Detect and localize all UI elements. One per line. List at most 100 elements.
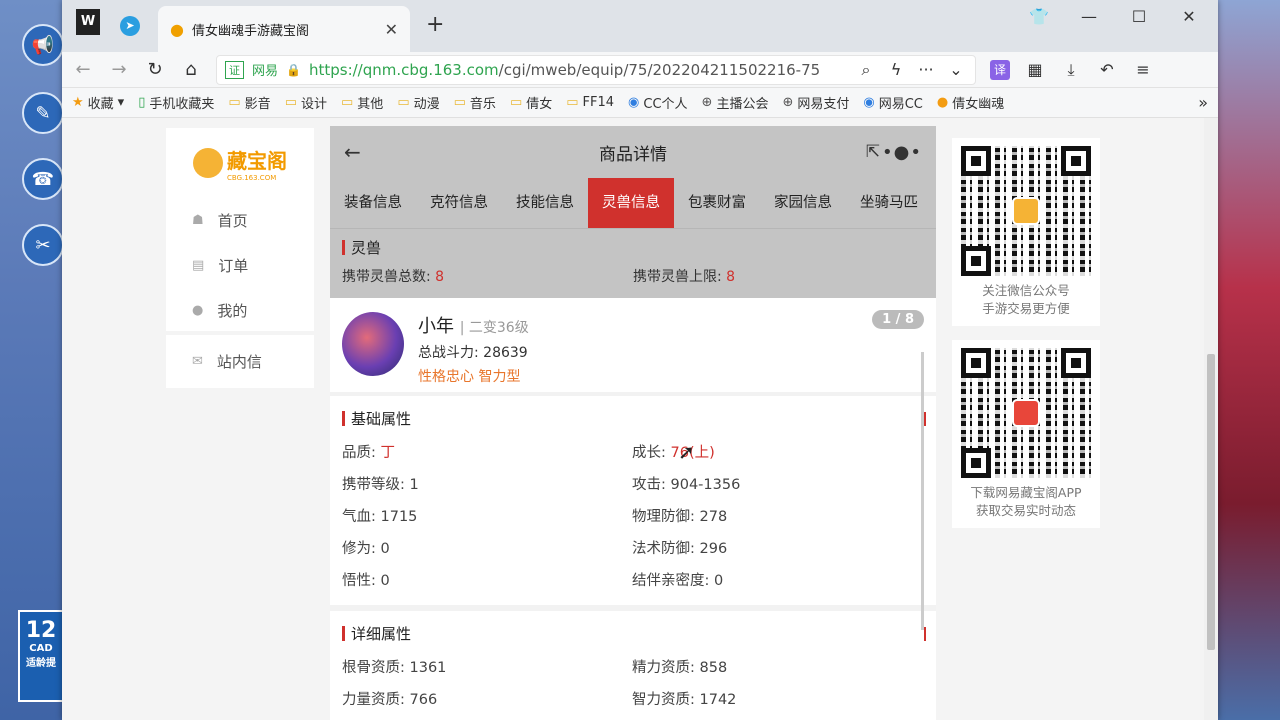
qr-finder [961,348,991,378]
tab-home[interactable]: 家园信息 [760,178,846,228]
lightning-icon[interactable]: ϟ [885,60,907,79]
bookmark-item[interactable]: ◉ 网易CC [863,93,923,112]
inner-scrollbar[interactable] [921,352,924,630]
attr-cultivation: 修为: 0 [342,541,390,557]
telegram-icon[interactable]: ➤ [120,16,140,36]
share-icon[interactable]: ⇱ [866,142,880,162]
document-icon[interactable]: ✎ [22,92,64,134]
forward-arrow-icon[interactable]: → [108,59,130,80]
pet-traits: 性格忠心 智力型 [418,369,521,385]
desktop-wallpaper-right [1218,0,1280,720]
pet-card[interactable]: 小年 | 二变36级 总战斗力: 28639 性格忠心 智力型 1 / 8 [330,298,936,396]
attr-comprehension: 悟性: 0 [342,573,390,589]
attr-bone: 根骨资质: 1361 [342,660,447,676]
bookmark-item[interactable]: ▭ 倩女 [510,93,552,112]
close-window-button[interactable]: ✕ [1164,6,1214,28]
mascot-icon [1012,197,1040,225]
minimize-button[interactable]: — [1064,6,1114,28]
tab-talisman[interactable]: 克符信息 [416,178,502,228]
maximize-button[interactable]: ☐ [1114,6,1164,28]
left-nav: 藏宝阁 CBG.163.COM ☗ 首页 ▤ 订单 ● 我的 ✉ 站内信 [166,128,314,388]
active-tab[interactable]: ● 倩女幽魂手游藏宝阁 ✕ [158,6,410,52]
phone-icon[interactable]: ☎ [22,158,64,200]
basic-attr-grid: 品质: 丁 成长: 76(上) 携带等级: 1 攻击: 904-1356 气血:… [342,437,924,597]
app-caption-1: 下载网易藏宝阁APP [970,485,1082,500]
shirt-icon[interactable]: 👕 [1014,6,1064,28]
qr-finder [961,146,991,176]
bookmark-item[interactable]: ◉ CC个人 [628,93,688,112]
tools-icon[interactable]: ✂ [22,224,64,266]
more-bookmarks-icon[interactable]: » [1198,93,1208,112]
url-text[interactable]: https://qnm.cbg.163.com/cgi/mweb/equip/7… [309,61,847,79]
attr-intimacy: 结伴亲密度: 0 [632,573,724,589]
chevron-down-icon[interactable]: ⌄ [945,60,967,79]
bookmark-item[interactable]: ▭ 设计 [285,93,327,112]
tab-equipment[interactable]: 装备信息 [330,178,416,228]
more-dots-icon[interactable]: ··· [915,60,937,79]
cc-icon: ◉ [628,95,640,110]
bookmark-item[interactable]: ▯ 手机收藏夹 [138,93,214,112]
new-tab-button[interactable]: + [426,12,444,37]
bookmark-item[interactable]: ▭ 影音 [228,93,270,112]
bookmark-item[interactable]: ● 倩女幽魂 [937,93,1004,112]
bookmark-item[interactable]: ▭ 动漫 [397,93,439,112]
apps-grid-icon[interactable]: ▦ [1024,60,1046,79]
folder-icon: ▭ [566,95,579,110]
back-icon[interactable]: ← [344,140,361,164]
reload-icon[interactable]: ↻ [144,59,166,80]
tab-inventory[interactable]: 包裹财富 [674,178,760,228]
carry-limit: 携带灵兽上限: 8 [633,269,736,285]
bookmark-item[interactable]: ★ 收藏 ▾ [72,93,124,112]
tab-pets[interactable]: 灵兽信息 [588,178,674,228]
detail-title: 详细属性 [342,623,924,644]
more-menu-icon[interactable]: •●• [882,142,922,163]
tab-skills[interactable]: 技能信息 [502,178,588,228]
nav-item-mine[interactable]: ● 我的 [166,288,314,333]
scrollbar-thumb[interactable] [1207,354,1215,650]
bookmark-item[interactable]: ▭ FF14 [566,95,614,110]
megaphone-icon[interactable]: 📢 [22,24,64,66]
app-logo-icon [1012,399,1040,427]
star-icon: ★ [72,95,84,110]
qr-finder [961,246,991,276]
page-viewport: 藏宝阁 CBG.163.COM ☗ 首页 ▤ 订单 ● 我的 ✉ 站内信 ← 商品详情 ⇱… [62,118,1218,720]
pet-count-row: 携带灵兽总数: 8 携带灵兽上限: 8 [342,266,924,286]
page-scrollbar[interactable] [1204,118,1218,720]
bookmark-item[interactable]: ▭ 其他 [341,93,383,112]
back-arrow-icon[interactable]: ← [72,59,94,80]
cbg-logo[interactable]: 藏宝阁 CBG.163.COM [166,128,314,198]
translate-icon[interactable]: 译 [990,59,1010,80]
nav-item-messages[interactable]: ✉ 站内信 [166,339,314,384]
attr-intellect: 智力资质: 1742 [632,692,737,708]
menu-icon[interactable]: ≡ [1132,60,1154,79]
close-tab-icon[interactable]: ✕ [385,20,398,39]
wechat-qr-code [961,146,1091,276]
app-qr-card: 下载网易藏宝阁APP 获取交易实时动态 [952,340,1100,528]
nav-item-orders[interactable]: ▤ 订单 [166,243,314,288]
bookmark-item[interactable]: ⊕ 主播公会 [702,93,769,112]
home-icon: ☗ [192,213,204,228]
search-icon[interactable]: ⌕ [855,60,877,80]
detail-panel: ← 商品详情 ⇱ •●• 装备信息 克符信息 技能信息 灵兽信息 包裹财富 家园… [330,126,936,720]
bookmark-item[interactable]: ⊕ 网易支付 [782,93,849,112]
mouse-cursor-icon: ➚ [678,440,695,464]
address-toolbar: ← → ↻ ⌂ 证 网易 🔒 https://qnm.cbg.163.com/c… [62,52,1218,88]
cert-badge[interactable]: 证 [225,60,244,79]
home-icon[interactable]: ⌂ [180,59,202,80]
nav-item-home[interactable]: ☗ 首页 [166,198,314,243]
app-logo-icon[interactable]: W [76,9,100,35]
wechat-caption-1: 关注微信公众号 [982,283,1070,298]
tab-mounts[interactable]: 坐骑马匹 [846,178,932,228]
pet-power: 总战斗力: 28639 [418,345,528,361]
cad-age-icon[interactable]: 12 CAD 适龄提 [18,610,64,702]
cbg-favicon-icon: ● [936,95,949,110]
phone-bookmark-icon: ▯ [138,95,146,110]
url-bar[interactable]: 证 网易 🔒 https://qnm.cbg.163.com/cgi/mweb/… [216,54,976,85]
wechat-caption-2: 手游交易更方便 [982,301,1070,316]
download-icon[interactable]: ⤓ [1060,60,1082,80]
undo-icon[interactable]: ↶ [1096,60,1118,79]
pet-pager[interactable]: 1 / 8 [872,310,924,329]
tab-title: 倩女幽魂手游藏宝阁 [191,23,309,39]
cc-icon: ◉ [863,95,875,110]
bookmark-item[interactable]: ▭ 音乐 [454,93,496,112]
